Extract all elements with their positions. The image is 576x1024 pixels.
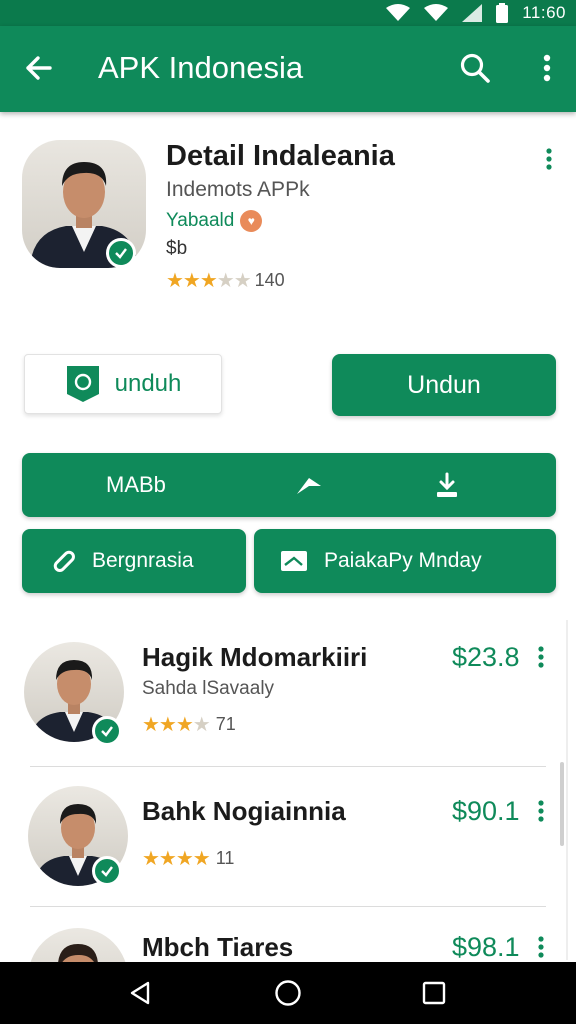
item-subtitle: Sahda lSavaaly [142,678,275,699]
download-icon [437,472,457,497]
wifi-icon [424,4,449,21]
more-vert-icon [538,646,544,668]
list-divider [30,766,546,767]
rating-count: 71 [215,714,236,734]
rating-stars: ★★★★★ [166,270,252,292]
status-icons: 11:60 [386,2,566,24]
app-title: APK Indonesia [98,50,304,85]
verified-badge [92,856,122,886]
link-icon [53,550,75,572]
item-price: $98.1 [452,932,520,962]
more-vert-icon [546,148,552,170]
rating-count: 11 [215,848,235,868]
nav-recents-button[interactable] [414,974,454,1012]
system-nav-bar [0,962,576,1024]
download-outline-button[interactable]: unduh [24,354,222,414]
more-vert-icon [538,936,544,958]
app-detail-price: $b [166,238,188,259]
share-icon [297,478,321,494]
item-more-button[interactable] [532,796,550,826]
person-portrait-icon [58,944,98,962]
card-icon [281,551,307,571]
app-developer[interactable]: Yabaald ♥ [166,210,263,232]
download-primary-label: Undun [407,370,481,399]
list-item[interactable]: Bahk Nogiainnia ★★★★ 11 $90.1 [0,770,576,910]
verified-badge [106,238,136,268]
app-bar: APK Indonesia [0,26,576,112]
link-button-label: Bergnrasia [92,549,194,572]
share-button[interactable] [292,471,326,501]
download-button[interactable] [430,469,464,501]
status-bar: 11:60 [0,0,576,26]
app-detail-title: Detail Indaleania [166,140,395,172]
overflow-menu-button[interactable] [530,48,564,88]
wifi-icon [386,4,411,21]
status-time: 11:60 [522,3,566,22]
rating-stars: ★★★★ [142,714,211,736]
list-item[interactable]: Mbch Tiares $98.1 [0,918,576,962]
item-more-button[interactable] [532,932,550,962]
more-vert-icon [538,800,544,822]
back-button[interactable] [18,48,58,88]
download-primary-button[interactable]: Undun [332,354,556,416]
download-shield-icon [66,366,99,402]
developer-icon: ♥ [240,210,263,232]
list-item[interactable]: Hagik Mdomarkiiri Sahda lSavaaly ★★★★ 71… [0,626,576,766]
recents-square-icon [422,981,446,1005]
rating-stars: ★★★★ [142,848,211,870]
avatar [28,928,128,962]
item-more-button[interactable] [532,642,550,672]
action-toolbar: MABb [22,453,556,517]
rating-count: 140 [254,270,285,290]
check-icon [115,248,127,259]
search-button[interactable] [455,48,495,88]
app-detail-subtitle: Indemots APPk [166,178,310,201]
toolbar-label[interactable]: MABb [106,472,166,498]
home-circle-icon [275,980,301,1006]
detail-more-button[interactable] [540,144,558,174]
list-divider [30,906,546,907]
nav-home-button[interactable] [268,974,308,1012]
check-icon [101,866,113,877]
more-vert-icon [543,54,551,82]
nav-back-button[interactable] [120,974,160,1012]
verified-badge [92,716,122,746]
item-price: $90.1 [452,796,520,826]
back-arrow-icon [26,56,52,80]
item-rating: ★★★★ 11 [142,846,234,871]
item-name: Hagik Mdomarkiiri [142,642,368,672]
download-outline-label: unduh [114,370,182,397]
developer-name: Yabaald [166,210,235,231]
app-detail-rating: ★★★★★ 140 [166,268,285,293]
item-price: $23.8 [452,642,520,672]
back-triangle-icon [130,981,150,1005]
battery-icon [496,3,509,23]
link-button[interactable]: Bergnrasia [22,529,246,593]
signal-icon [462,4,483,22]
item-name: Mbch Tiares [142,932,294,962]
payment-button[interactable]: PaiakaPy Mnday [254,529,556,593]
search-icon [460,53,490,83]
check-icon [101,726,113,737]
item-name: Bahk Nogiainnia [142,796,346,826]
item-rating: ★★★★ 71 [142,712,236,737]
payment-button-label: PaiakaPy Mnday [324,549,482,572]
